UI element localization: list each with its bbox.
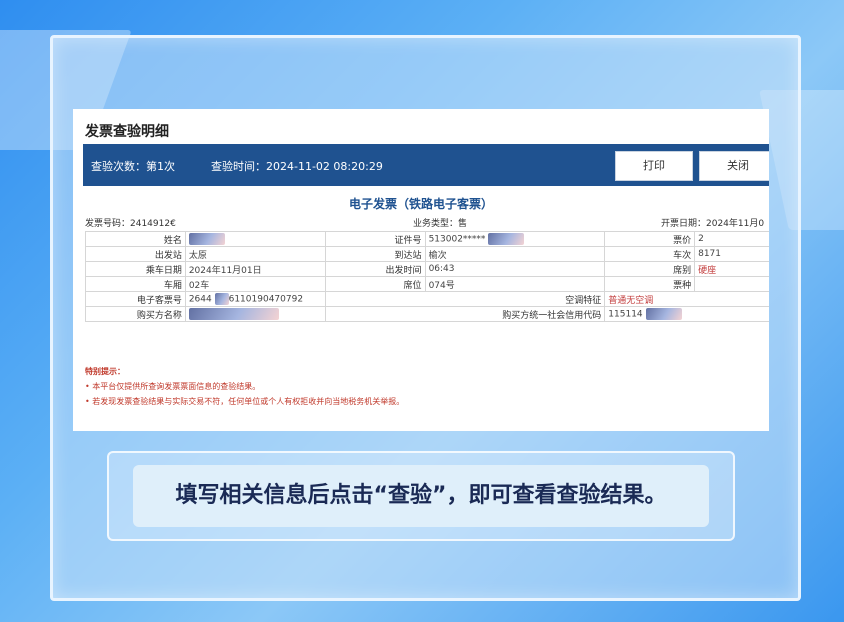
business-type: 业务类型：售 <box>413 219 468 229</box>
ticket-type-label: 票种 <box>604 276 696 292</box>
notice-line: • 本平台仅提供所查询发票票面信息的查验结果。 <box>85 382 261 391</box>
redaction-blur <box>214 293 229 305</box>
car-value: 02车 <box>184 276 326 292</box>
seat-class-value: 硬座 <box>694 261 769 277</box>
issue-date: 开票日期：2024年11月0 <box>661 219 765 229</box>
buyer-code-value: 115114 <box>604 306 769 322</box>
depart-time-value: 06:43 <box>424 261 606 277</box>
eticket-value: 2644 6110190470792 <box>184 291 326 307</box>
check-count: 查验次数：第1次 <box>91 160 175 173</box>
close-button[interactable]: 关闭 <box>699 151 769 181</box>
table-row: 车厢 02车 席位 074号 票种 <box>85 276 769 292</box>
buyer-name-label: 购买方名称 <box>85 306 186 322</box>
table-row: 乘车日期 2024年11月01日 出发时间 06:43 席别 硬座 <box>85 261 769 277</box>
special-notice: 特别提示： • 本平台仅提供所查询发票票面信息的查验结果。 • 若发现发票查验结… <box>85 364 404 409</box>
train-value: 8171 <box>694 246 769 262</box>
table-row: 电子客票号 2644 6110190470792 空调特征 普通无空调 <box>85 291 769 307</box>
buyer-code-label: 购买方统一社会信用代码 <box>324 306 606 322</box>
name-label: 姓名 <box>85 231 186 247</box>
ride-date-value: 2024年11月01日 <box>184 261 326 277</box>
eticket-label: 电子客票号 <box>85 291 186 307</box>
notice-heading: 特别提示： <box>85 367 125 376</box>
arrive-station-value: 榆次 <box>424 246 606 262</box>
ride-date-label: 乘车日期 <box>85 261 186 277</box>
table-row: 出发站 太原 到达站 榆次 车次 8171 <box>85 246 769 262</box>
fare-value: 2 <box>694 231 769 247</box>
depart-station-value: 太原 <box>184 246 326 262</box>
fare-label: 票价 <box>604 231 696 247</box>
table-row: 姓名 证件号 513002***** 票价 2 <box>85 231 769 247</box>
seat-label: 席位 <box>324 276 426 292</box>
ticket-type-value <box>694 276 769 292</box>
check-info-bar: 查验次数：第1次 查验时间：2024-11-02 08:20:29 打印 关闭 <box>83 144 769 186</box>
caption-box: 填写相关信息后点击“查验”，即可查看查验结果。 <box>107 451 735 541</box>
table-row: 购买方名称 购买方统一社会信用代码 115114 <box>85 306 769 322</box>
seat-value: 074号 <box>424 276 606 292</box>
notice-line: • 若发现发票查验结果与实际交易不符，任何单位或个人有权拒收并向当地税务机关举报… <box>85 397 405 406</box>
seat-class-label: 席别 <box>604 261 696 277</box>
depart-time-label: 出发时间 <box>324 261 426 277</box>
invoice-number: 发票号码：2414912€ <box>85 219 176 229</box>
name-value <box>184 231 326 247</box>
id-value: 513002***** <box>424 231 606 247</box>
caption-text: 填写相关信息后点击“查验”，即可查看查验结果。 <box>133 465 709 527</box>
redaction-blur <box>488 233 525 245</box>
train-label: 车次 <box>604 246 696 262</box>
print-button[interactable]: 打印 <box>615 151 693 181</box>
depart-station-label: 出发站 <box>85 246 186 262</box>
ac-value: 普通无空调 <box>604 291 769 307</box>
id-label: 证件号 <box>324 231 426 247</box>
redaction-blur <box>645 308 682 320</box>
ac-label: 空调特征 <box>324 291 606 307</box>
car-label: 车厢 <box>85 276 186 292</box>
redaction-blur <box>188 233 225 245</box>
arrive-station-label: 到达站 <box>324 246 426 262</box>
redaction-blur <box>188 308 279 320</box>
invoice-check-panel: 发票查验明细 查验次数：第1次 查验时间：2024-11-02 08:20:29… <box>73 109 769 431</box>
invoice-title: 电子发票（铁路电子客票） <box>348 197 493 211</box>
buyer-name-value <box>184 306 326 322</box>
page-title: 发票查验明细 <box>85 124 169 140</box>
invoice-detail-table: 姓名 证件号 513002***** 票价 2 出发站 太原 到达站 榆次 车次… <box>85 231 769 322</box>
check-time: 查验时间：2024-11-02 08:20:29 <box>211 160 383 173</box>
